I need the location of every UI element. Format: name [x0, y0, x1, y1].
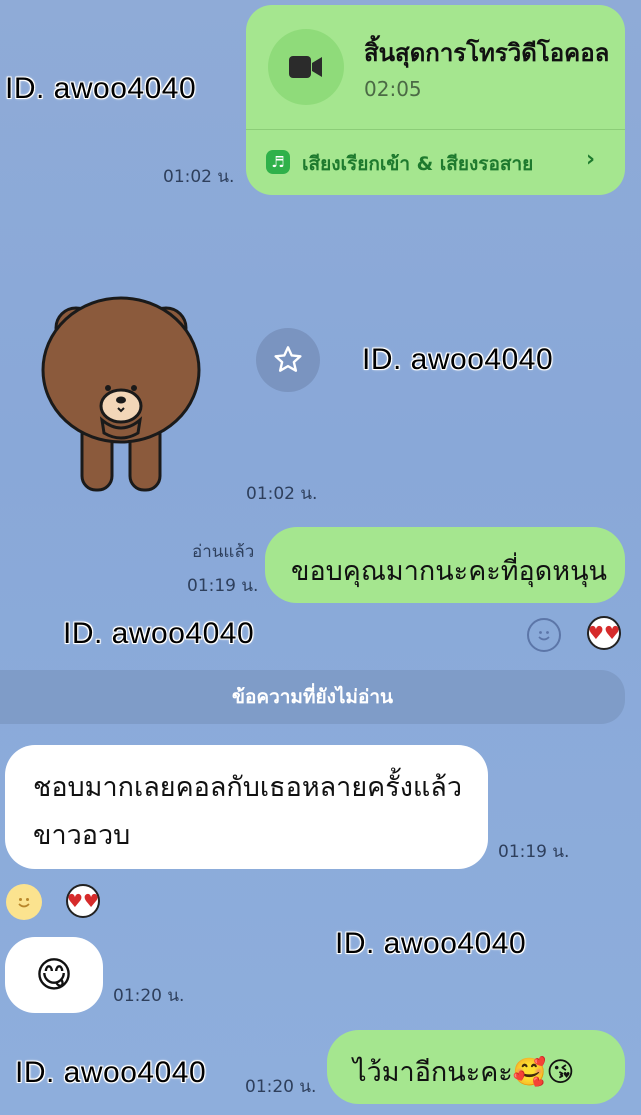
message-text-line-2: ขาวอวบ: [33, 820, 131, 851]
received-emoji-bubble[interactable]: 😋: [5, 937, 103, 1013]
card-divider: [246, 129, 625, 130]
chevron-right-icon[interactable]: ›: [586, 147, 595, 172]
reaction-add-icon[interactable]: [527, 618, 561, 652]
unread-divider-label: ข้อความที่ยังไม่อ่าน: [231, 686, 394, 708]
bear-sticker[interactable]: [38, 288, 203, 498]
smile-reaction-icon[interactable]: [6, 884, 42, 920]
video-call-ended-card[interactable]: สิ้นสุดการโทรวิดีโอคอล 02:05 ♬ เสียงเรีย…: [246, 5, 625, 195]
call-duration: 02:05: [364, 77, 422, 101]
message-text-line-1: ชอบมากเลยคอลกับเธอหลายครั้งแล้ว: [33, 772, 462, 803]
timestamp: 01:19 น.: [187, 576, 259, 596]
music-note-icon: ♬: [266, 150, 290, 174]
sent-message-bubble[interactable]: ขอบคุณมากนะคะที่อุดหนุน: [265, 527, 625, 603]
timestamp: 01:02 น.: [163, 167, 235, 187]
timestamp: 01:20 น.: [245, 1077, 317, 1097]
message-text: ไว้มาอีกนะคะ🥰😘: [353, 1057, 575, 1088]
unread-messages-divider: ข้อความที่ยังไม่อ่าน: [0, 670, 625, 724]
timestamp: 01:02 น.: [246, 484, 318, 504]
timestamp: 01:19 น.: [498, 842, 570, 862]
yum-emoji: 😋: [35, 954, 73, 996]
received-message-bubble[interactable]: ชอบมากเลยคอลกับเธอหลายครั้งแล้ว ขาวอวบ: [5, 745, 488, 869]
read-receipt: อ่านแล้ว: [192, 542, 255, 562]
ringtone-link[interactable]: เสียงเรียกเข้า & เสียงรอสาย: [302, 149, 533, 179]
message-text: ขอบคุณมากนะคะที่อุดหนุน: [291, 556, 608, 587]
watermark-text: ID. awoo4040: [335, 927, 527, 960]
star-favorite-icon[interactable]: [256, 328, 320, 392]
heart-eyes-reaction-icon[interactable]: ♥♥: [66, 884, 100, 918]
video-camera-icon: [268, 29, 344, 105]
watermark-text: ID. awoo4040: [15, 1056, 207, 1089]
watermark-text: ID. awoo4040: [63, 617, 255, 650]
watermark-text: ID. awoo4040: [362, 343, 554, 376]
heart-eyes-reaction-icon[interactable]: ♥♥: [587, 616, 621, 650]
timestamp: 01:20 น.: [113, 986, 185, 1006]
watermark-text: ID. awoo4040: [5, 72, 197, 105]
call-title: สิ้นสุดการโทรวิดีโอคอล: [364, 39, 610, 67]
sent-message-bubble[interactable]: ไว้มาอีกนะคะ🥰😘: [327, 1030, 625, 1104]
